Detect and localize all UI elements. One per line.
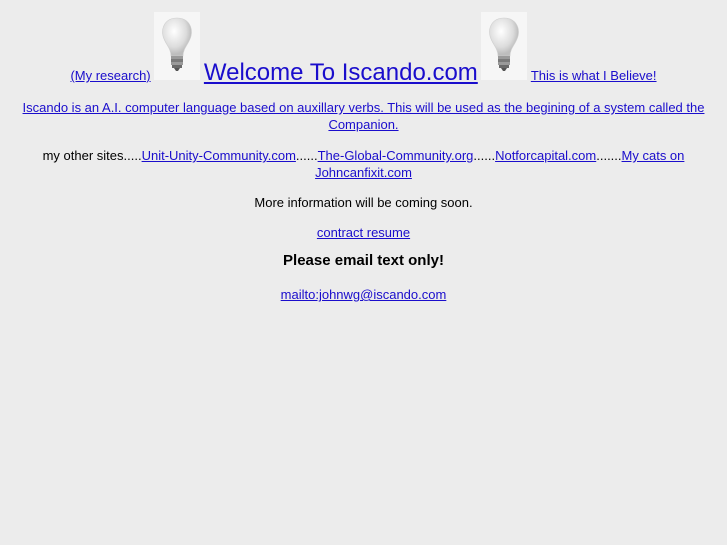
- coming-soon-text: More information will be coming soon.: [254, 195, 473, 210]
- site-link-global-community[interactable]: The-Global-Community.org: [318, 148, 474, 163]
- email-notice-heading: Please email text only!: [283, 252, 444, 269]
- welcome-title-link[interactable]: Welcome To Iscando.com: [204, 59, 478, 86]
- page-body: (My research) Welcome To Iscando.com Thi…: [0, 0, 727, 545]
- site-link-unit-unity[interactable]: Unit-Unity-Community.com: [142, 148, 296, 163]
- email-link[interactable]: mailto:johnwg@iscando.com: [281, 287, 447, 302]
- my-research-link[interactable]: (My research): [70, 68, 150, 83]
- email-paragraph: mailto:johnwg@iscando.com: [18, 286, 709, 303]
- resume-paragraph: contract resume: [18, 224, 709, 241]
- site-separator: .......: [596, 148, 622, 163]
- site-link-notforcapital[interactable]: Notforcapital.com: [495, 148, 596, 163]
- right-bulb-link[interactable]: [481, 12, 528, 83]
- lightbulb-icon: [481, 12, 528, 80]
- believe-link[interactable]: This is what I Believe!: [531, 68, 657, 83]
- intro-link[interactable]: Iscando is an A.I. computer language bas…: [23, 100, 705, 132]
- site-separator: ......: [295, 148, 318, 163]
- contract-resume-link[interactable]: contract resume: [317, 225, 410, 240]
- other-sites-paragraph: my other sites.....Unit-Unity-Community.…: [18, 147, 709, 181]
- site-separator: ......: [473, 148, 496, 163]
- header-line: (My research) Welcome To Iscando.com Thi…: [18, 12, 709, 85]
- lightbulb-icon: [154, 12, 201, 80]
- intro-paragraph: Iscando is an A.I. computer language bas…: [18, 99, 709, 133]
- other-sites-prefix: my other sites.....: [42, 148, 142, 163]
- left-bulb-link[interactable]: [154, 12, 201, 83]
